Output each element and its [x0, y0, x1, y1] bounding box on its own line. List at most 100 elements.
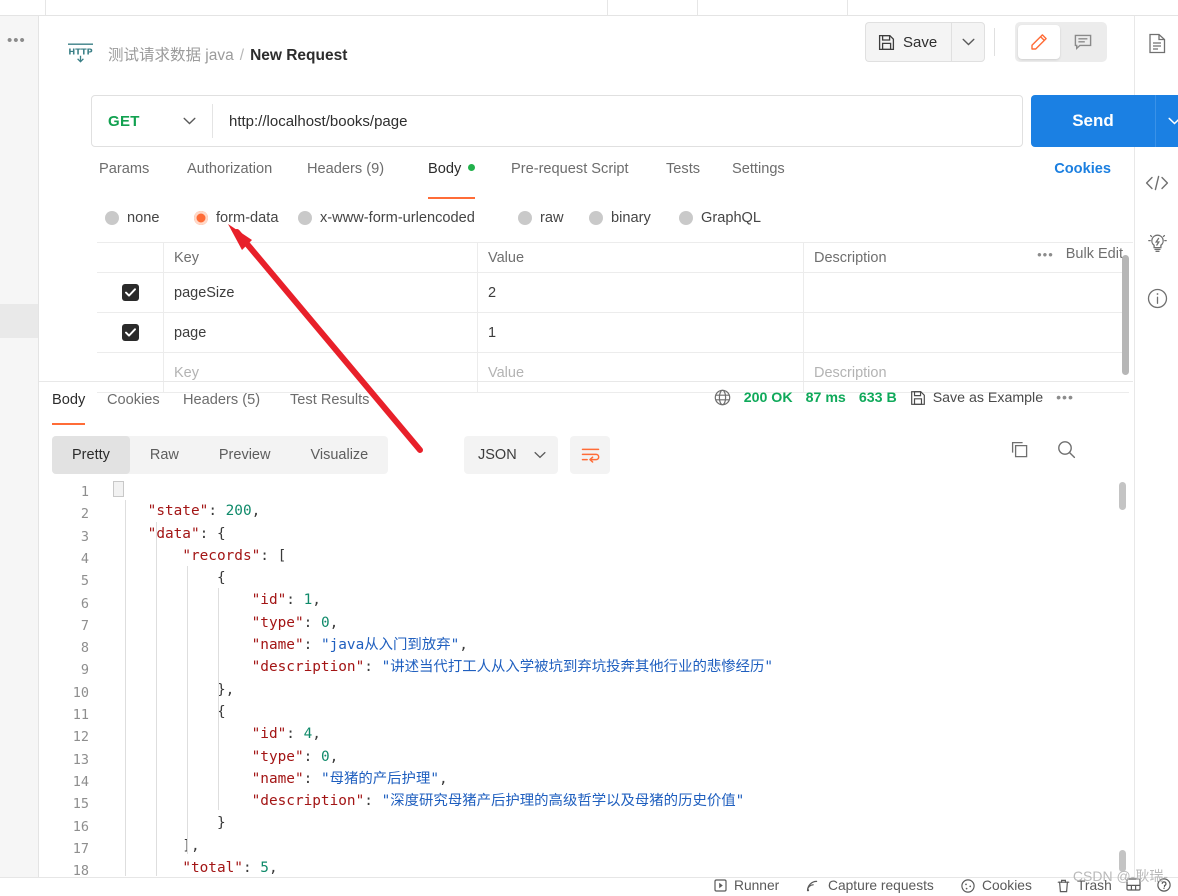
- code-line[interactable]: "state": 200,: [113, 500, 1133, 522]
- radio-form-data[interactable]: form-data: [194, 210, 278, 226]
- response-tab-body[interactable]: Body: [52, 392, 86, 425]
- send-dropdown-button[interactable]: [1155, 95, 1178, 147]
- response-body-viewer[interactable]: 123456789101112131415161718 { "state": 2…: [39, 478, 1133, 876]
- radio-dot: [518, 211, 532, 225]
- view-visualize[interactable]: Visualize: [290, 436, 388, 474]
- method-selector[interactable]: GET: [92, 96, 212, 146]
- save-as-example-button[interactable]: Save as Example: [910, 390, 1043, 406]
- save-button[interactable]: Save: [865, 22, 952, 62]
- breadcrumb-request-name[interactable]: New Request: [250, 47, 347, 64]
- row-checkbox-cell: [97, 313, 163, 352]
- code-line[interactable]: "description": "深度研究母猪产后护理的高级哲学以及母猪的历史价值…: [113, 790, 1133, 812]
- radio-raw[interactable]: raw: [518, 210, 564, 226]
- search-icon[interactable]: [1057, 440, 1076, 459]
- row-checkbox-cell: [97, 273, 163, 312]
- row-description[interactable]: [803, 273, 1129, 312]
- globe-icon: [714, 389, 731, 406]
- save-button-label: Save: [903, 33, 938, 51]
- radio-binary[interactable]: binary: [589, 210, 651, 226]
- bulk-edit-button[interactable]: Bulk Edit: [1066, 246, 1123, 262]
- tab-headers[interactable]: Headers (9): [307, 161, 384, 195]
- watermark: CSDN @-耿瑞-: [1072, 868, 1168, 884]
- code-line[interactable]: "data": {: [113, 523, 1133, 545]
- tab-pre-request-script[interactable]: Pre-request Script: [511, 161, 629, 195]
- capture-requests-label: Capture requests: [828, 878, 934, 893]
- url-input[interactable]: [213, 96, 1022, 146]
- code-icon[interactable]: [1145, 171, 1169, 195]
- tab-settings[interactable]: Settings: [732, 161, 785, 195]
- code-line[interactable]: {: [113, 567, 1133, 589]
- code-line[interactable]: }: [113, 812, 1133, 834]
- tab-tests[interactable]: Tests: [666, 161, 700, 195]
- code-line[interactable]: "type": 0,: [113, 746, 1133, 768]
- form-data-scrollbar[interactable]: [1122, 255, 1129, 375]
- save-dropdown-button[interactable]: [951, 22, 986, 62]
- breadcrumb-collection[interactable]: 测试请求数据 java: [108, 47, 234, 64]
- left-sidebar: •••: [0, 16, 39, 896]
- response-tab-cookies[interactable]: Cookies: [107, 392, 160, 422]
- comment-mode-button[interactable]: [1063, 25, 1105, 59]
- line-number: 13: [72, 751, 89, 768]
- response-format-selector[interactable]: JSON: [464, 436, 558, 474]
- radio-x-www-form-urlencoded[interactable]: x-www-form-urlencoded: [298, 210, 475, 226]
- response-tab-headers[interactable]: Headers (5): [183, 392, 260, 422]
- row-value[interactable]: 1: [477, 313, 803, 352]
- radio-graphql[interactable]: GraphQL: [679, 210, 761, 226]
- code-line[interactable]: "records": [: [113, 545, 1133, 567]
- code-line[interactable]: "id": 4,: [113, 723, 1133, 745]
- code-line[interactable]: "name": "母猪的产后护理",: [113, 768, 1133, 790]
- send-button[interactable]: Send: [1031, 95, 1155, 147]
- sidebar-more-icon[interactable]: •••: [7, 33, 26, 48]
- placeholder-value[interactable]: Value: [477, 353, 803, 392]
- tab-authorization[interactable]: Authorization: [187, 161, 272, 195]
- code-line[interactable]: {: [113, 701, 1133, 723]
- lightbulb-icon[interactable]: [1145, 231, 1169, 255]
- json-code[interactable]: { "state": 200, "data": { "records": [ {…: [113, 478, 1133, 876]
- word-wrap-icon: [581, 448, 599, 463]
- code-line[interactable]: "name": "java从入门到放弃",: [113, 634, 1133, 656]
- code-fold-marker[interactable]: [113, 481, 124, 497]
- copy-icon[interactable]: [1010, 440, 1029, 459]
- row-key[interactable]: pageSize: [163, 273, 477, 312]
- sidebar-selected-item[interactable]: [0, 304, 38, 338]
- row-description[interactable]: [803, 313, 1129, 352]
- code-line[interactable]: "total": 5,: [113, 857, 1133, 876]
- runner-icon: [714, 879, 727, 892]
- more-horizontal-icon[interactable]: •••: [1037, 247, 1054, 262]
- radio-label: none: [127, 210, 160, 226]
- word-wrap-button[interactable]: [570, 436, 610, 474]
- tab-body[interactable]: Body: [428, 161, 476, 199]
- view-pretty[interactable]: Pretty: [52, 436, 130, 474]
- runner-button[interactable]: Runner: [714, 878, 779, 893]
- code-line[interactable]: "description": "讲述当代打工人从入学被坑到弃坑投奔其他行业的悲惨…: [113, 656, 1133, 678]
- code-line[interactable]: },: [113, 679, 1133, 701]
- cookies-button[interactable]: Cookies: [961, 878, 1032, 893]
- body-modified-dot: [468, 164, 476, 171]
- response-status: 200 OK: [743, 389, 793, 406]
- row-key[interactable]: page: [163, 313, 477, 352]
- row-value[interactable]: 2: [477, 273, 803, 312]
- view-raw[interactable]: Raw: [130, 436, 199, 474]
- radio-none[interactable]: none: [105, 210, 159, 226]
- code-line[interactable]: {: [113, 478, 1133, 500]
- header-key: Key: [163, 243, 477, 272]
- code-line[interactable]: "id": 1,: [113, 589, 1133, 611]
- row-checkbox[interactable]: [121, 284, 139, 301]
- url-bar: GET Send: [91, 95, 1178, 147]
- documentation-icon[interactable]: [1145, 31, 1169, 55]
- cookies-link[interactable]: Cookies: [1054, 161, 1111, 177]
- edit-mode-button[interactable]: [1018, 25, 1060, 59]
- capture-requests-button[interactable]: Capture requests: [806, 878, 934, 893]
- line-number-gutter: 1 2 3 4 5 6 7 8 9 10 11 12 13 14 15 16 17 18: [39, 478, 103, 876]
- placeholder-key[interactable]: Key: [163, 353, 477, 392]
- code-line[interactable]: "type": 0,: [113, 612, 1133, 634]
- info-icon[interactable]: [1145, 286, 1169, 310]
- row-checkbox[interactable]: [121, 324, 139, 341]
- response-tab-test-results[interactable]: Test Results: [290, 392, 369, 422]
- tab-params[interactable]: Params: [99, 161, 149, 195]
- response-more-icon[interactable]: •••: [1056, 390, 1074, 406]
- code-line[interactable]: ],: [113, 835, 1133, 857]
- code-scrollbar-thumb[interactable]: [1119, 482, 1126, 510]
- placeholder-description[interactable]: Description: [803, 353, 1129, 392]
- view-preview[interactable]: Preview: [199, 436, 291, 474]
